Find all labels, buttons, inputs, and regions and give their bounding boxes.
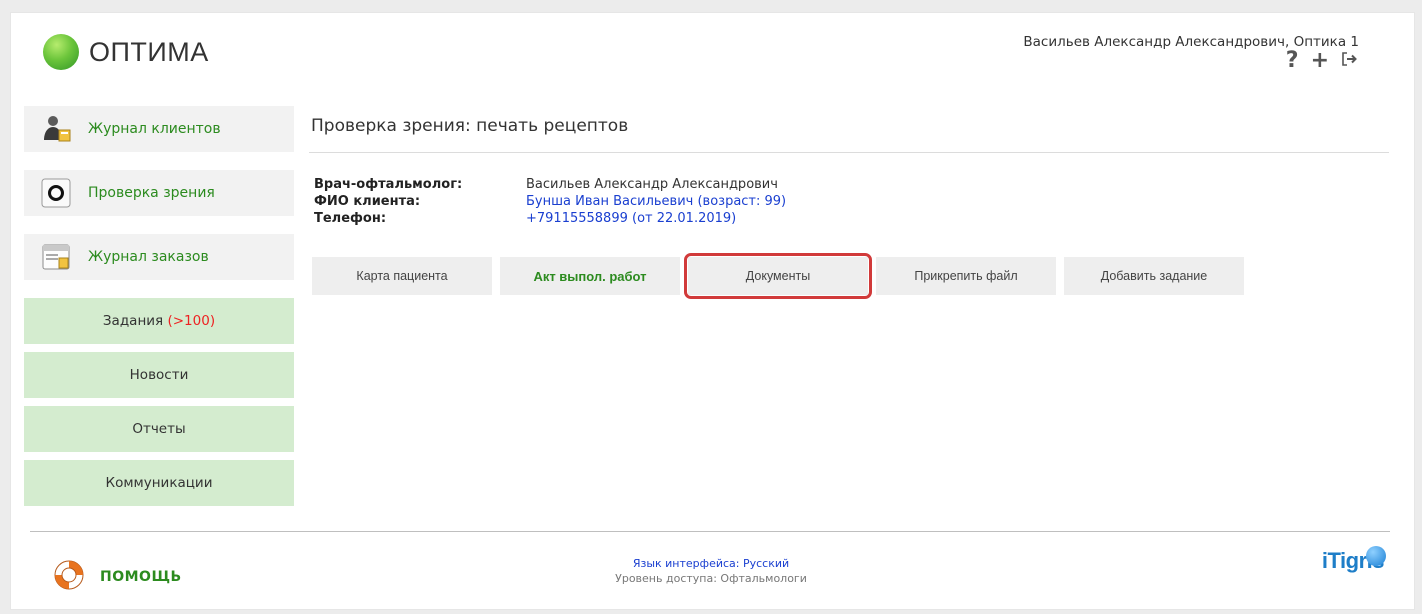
tab-documents[interactable]: Документы xyxy=(684,253,872,299)
sidebar-item-label: Новости xyxy=(129,367,189,383)
sidebar-item-label: Журнал заказов xyxy=(88,249,209,265)
tab-patient-card[interactable]: Карта пациента xyxy=(312,257,492,295)
client-link[interactable]: Бунша Иван Васильевич (возраст: 99) xyxy=(526,193,786,210)
title-divider xyxy=(309,152,1389,153)
sidebar-item-label: Журнал клиентов xyxy=(88,121,221,137)
sidebar-item-label: Отчеты xyxy=(132,421,186,437)
tab-add-task[interactable]: Добавить задание xyxy=(1064,257,1244,295)
footer-info: Язык интерфейса: Русский Уровень доступа… xyxy=(0,556,1422,586)
sidebar-item-orders-journal[interactable]: Журнал заказов xyxy=(24,234,294,280)
tab-attach-file[interactable]: Прикрепить файл xyxy=(876,257,1056,295)
info-labels: Врач-офтальмолог: ФИО клиента: Телефон: xyxy=(314,176,462,227)
sidebar-item-reports[interactable]: Отчеты xyxy=(24,406,294,452)
sidebar-item-label: Коммуникации xyxy=(105,475,213,491)
footer-divider xyxy=(30,531,1390,532)
sidebar-item-label: Задания xyxy=(102,313,164,329)
app-name: ОПТИМА xyxy=(89,36,209,67)
info-values: Васильев Александр Александрович Бунша И… xyxy=(526,176,786,227)
app-logo[interactable]: ОПТИМА xyxy=(43,34,209,70)
action-tabs: Карта пациента Акт выпол. работ Документ… xyxy=(312,253,1244,299)
tasks-count-badge: (>100) xyxy=(167,313,216,329)
client-journal-icon xyxy=(40,113,72,145)
sidebar-item-eye-check[interactable]: Проверка зрения xyxy=(24,170,294,216)
client-label: ФИО клиента: xyxy=(314,194,421,209)
header-actions: ? + xyxy=(1286,50,1357,72)
help-question-icon[interactable]: ? xyxy=(1286,50,1299,72)
sidebar-item-client-journal[interactable]: Журнал клиентов xyxy=(24,106,294,152)
eye-check-icon xyxy=(40,177,72,209)
doctor-label: Врач-офтальмолог: xyxy=(314,177,463,192)
user-name: Васильев Александр Александрович, Оптика… xyxy=(1023,34,1359,50)
doctor-value: Васильев Александр Александрович xyxy=(526,177,778,192)
brand-dot-icon xyxy=(1366,546,1386,566)
phone-label: Телефон: xyxy=(314,211,387,226)
orders-journal-icon xyxy=(40,241,72,273)
sidebar-item-tasks[interactable]: Задания (>100) xyxy=(24,298,294,344)
optima-logo-icon xyxy=(43,34,79,70)
add-plus-icon[interactable]: + xyxy=(1311,50,1329,72)
itigris-logo[interactable]: iTigris xyxy=(1322,546,1386,574)
tab-work-act[interactable]: Акт выпол. работ xyxy=(500,257,680,295)
logout-icon[interactable] xyxy=(1341,50,1357,72)
sidebar-item-communications[interactable]: Коммуникации xyxy=(24,460,294,506)
access-level: Уровень доступа: Офтальмологи xyxy=(615,572,807,585)
language-link[interactable]: Язык интерфейса: Русский xyxy=(0,556,1422,571)
sidebar-item-label: Проверка зрения xyxy=(88,185,215,201)
phone-link[interactable]: +79115558899 (от 22.01.2019) xyxy=(526,210,786,227)
page-title: Проверка зрения: печать рецептов xyxy=(311,116,629,136)
sidebar-item-news[interactable]: Новости xyxy=(24,352,294,398)
